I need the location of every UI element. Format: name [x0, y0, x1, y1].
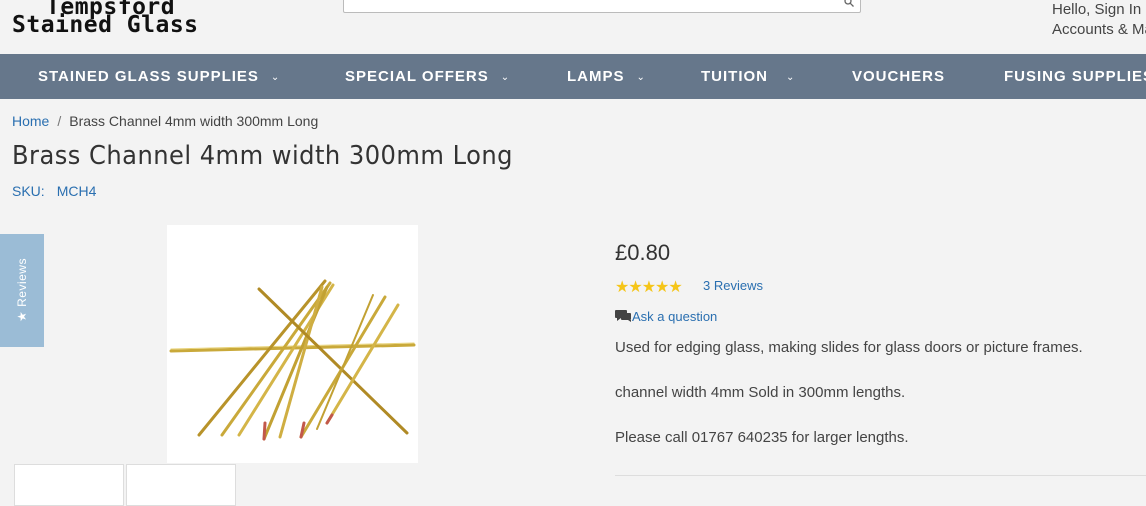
nav-item-lamps[interactable]: LAMPS ⌄: [567, 54, 646, 99]
chevron-down-icon: ⌄: [636, 72, 646, 83]
chevron-down-icon: ⌄: [786, 72, 796, 83]
reviews-tab-label: ★ Reviews: [15, 258, 29, 322]
nav-item-label: LAMPS: [567, 68, 625, 85]
nav-item-label: TUITION: [701, 68, 768, 85]
nav-item-label: VOUCHERS: [852, 68, 946, 85]
breadcrumb: Home / Brass Channel 4mm width 300mm Long: [12, 113, 318, 129]
search-input[interactable]: [343, 0, 861, 13]
section-divider: [615, 475, 1146, 476]
nav-item-stained-glass-supplies[interactable]: STAINED GLASS SUPPLIES ⌄: [38, 54, 280, 99]
product-title: Brass Channel 4mm width 300mm Long: [12, 141, 513, 171]
product-description-line: channel width 4mm Sold in 300mm lengths.: [615, 384, 906, 401]
breadcrumb-current: Brass Channel 4mm width 300mm Long: [69, 113, 319, 129]
logo-line-2: Stained Glass: [12, 12, 199, 38]
product-thumbnail[interactable]: [126, 464, 236, 506]
product-sku: SKU: MCH4: [12, 183, 96, 199]
site-logo[interactable]: Tempsford Stained Glass: [12, 0, 284, 40]
nav-item-label: STAINED GLASS SUPPLIES: [38, 68, 259, 85]
search-icon[interactable]: [844, 0, 854, 7]
breadcrumb-home-link[interactable]: Home: [12, 113, 49, 129]
accounts-link[interactable]: Accounts & Max: [1052, 20, 1146, 40]
product-price: £0.80: [615, 240, 671, 265]
breadcrumb-separator: /: [57, 113, 62, 129]
product-description-line: Please call 01767 640235 for larger leng…: [615, 429, 909, 446]
star-rating[interactable]: ★★★★★: [615, 277, 683, 297]
nav-item-special-offers[interactable]: SPECIAL OFFERS ⌄: [345, 54, 510, 99]
nav-item-tuition[interactable]: TUITION ⌄: [701, 54, 795, 99]
nav-item-fusing-supplies[interactable]: FUSING SUPPLIES: [1004, 54, 1146, 99]
ask-question-label: Ask a question: [632, 309, 718, 324]
chat-bubble-icon: [615, 310, 631, 322]
sign-in-link[interactable]: Hello, Sign In: [1052, 0, 1146, 20]
product-description-line: Used for edging glass, making slides for…: [615, 339, 1083, 356]
reviews-side-tab[interactable]: ★ Reviews: [0, 234, 44, 347]
sku-value: MCH4: [56, 183, 97, 199]
ask-question-link[interactable]: Ask a question: [615, 309, 717, 324]
sku-label: SKU:: [12, 183, 45, 199]
chevron-down-icon: ⌄: [270, 72, 281, 83]
product-image[interactable]: [167, 225, 418, 463]
chevron-down-icon: ⌄: [500, 72, 511, 83]
brass-channel-image: [169, 279, 416, 441]
main-navigation: STAINED GLASS SUPPLIES ⌄ SPECIAL OFFERS ⌄ …: [0, 54, 1146, 99]
nav-item-label: SPECIAL OFFERS: [345, 68, 489, 85]
nav-item-vouchers[interactable]: VOUCHERS: [852, 54, 945, 99]
site-header: Tempsford Stained Glass Hello, Sign In A…: [0, 0, 1146, 54]
nav-item-label: FUSING SUPPLIES: [1004, 68, 1146, 85]
account-menu[interactable]: Hello, Sign In Accounts & Max: [1052, 0, 1146, 40]
reviews-link[interactable]: 3 Reviews: [703, 278, 763, 293]
product-thumbnail[interactable]: [14, 464, 124, 506]
